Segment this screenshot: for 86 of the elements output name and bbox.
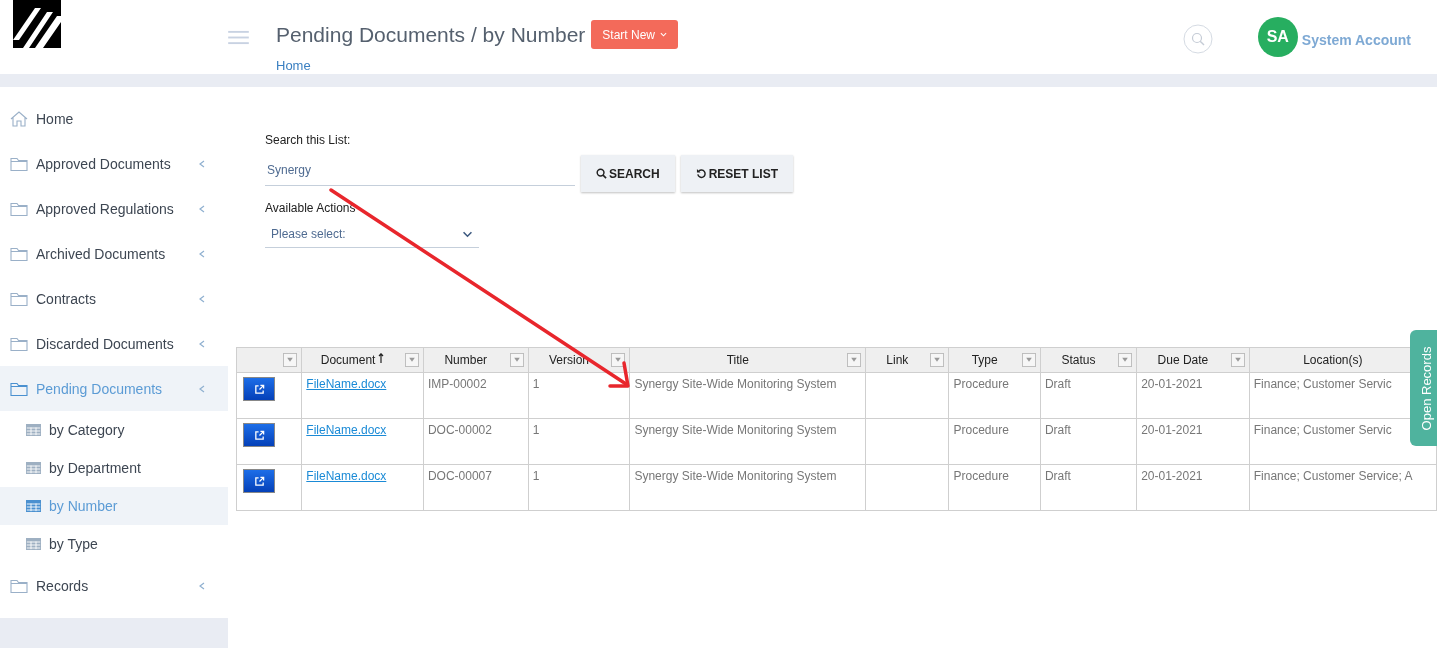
table-cell: DOC-00007 [427, 469, 492, 483]
filter-icon[interactable] [611, 353, 626, 367]
table-cell: Finance; Customer Service; A [1253, 469, 1413, 483]
table-icon [26, 500, 41, 512]
folder-icon [10, 335, 28, 352]
chevron-down-icon [462, 230, 473, 238]
folder-icon [10, 577, 28, 594]
table-cell: 1 [532, 377, 540, 391]
table-cell: 20-01-2021 [1141, 469, 1203, 483]
open-document-button[interactable] [243, 423, 275, 447]
home-icon [10, 110, 28, 127]
table-cell: Synergy Site-Wide Monitoring System [634, 469, 837, 483]
open-document-button[interactable] [243, 377, 275, 401]
table-cell: Draft [1044, 377, 1071, 391]
table-cell: Synergy Site-Wide Monitoring System [634, 423, 837, 437]
reset-icon [695, 168, 707, 179]
document-link[interactable]: FileName.docx [306, 423, 387, 437]
external-link-icon [253, 475, 265, 487]
sidebar-subitem[interactable]: by Type [0, 525, 228, 563]
table-cell: 20-01-2021 [1141, 377, 1203, 391]
column-header[interactable]: Status [1061, 353, 1096, 367]
sidebar-subitem[interactable]: by Category [0, 411, 228, 449]
table-cell: Procedure [953, 423, 1009, 437]
folder-icon [10, 380, 28, 397]
sidebar-item[interactable]: Archived Documents [0, 231, 228, 276]
sidebar-item[interactable]: Home [0, 96, 228, 141]
filter-icon[interactable] [509, 353, 524, 367]
column-header[interactable]: Title [726, 353, 749, 367]
page-title: Pending Documents / by Number [276, 22, 586, 47]
folder-icon [10, 155, 28, 172]
table-cell: 1 [532, 469, 540, 483]
filter-icon[interactable] [930, 353, 945, 367]
table-cell: Finance; Customer Servic [1253, 423, 1392, 437]
menu-icon[interactable] [228, 30, 249, 45]
table-icon [26, 538, 41, 550]
breadcrumb-link[interactable]: Home [276, 58, 311, 73]
external-link-icon [253, 429, 265, 441]
search-button[interactable]: SEARCH [581, 155, 675, 192]
actions-dropdown[interactable]: Please select: [265, 221, 479, 248]
chevron-left-icon [198, 338, 206, 349]
sidebar-item[interactable]: Records [0, 563, 228, 608]
sidebar-item[interactable]: Approved Regulations [0, 186, 228, 231]
table-cell: Synergy Site-Wide Monitoring System [634, 377, 837, 391]
folder-icon [10, 200, 28, 217]
chevron-left-icon [198, 580, 206, 591]
filter-icon[interactable] [404, 353, 419, 367]
chevron-left-icon [198, 248, 206, 259]
sidebar-item[interactable]: Approved Documents [0, 141, 228, 186]
chevron-left-icon [198, 383, 206, 394]
sidebar-item[interactable]: Contracts [0, 276, 228, 321]
table-icon [26, 424, 41, 436]
sidebar-subitem[interactable]: by Department [0, 449, 228, 487]
search-label: Search this List: [265, 133, 352, 147]
open-document-button[interactable] [243, 469, 275, 493]
external-link-icon [253, 383, 265, 395]
table-icon [26, 462, 41, 474]
chevron-left-icon [198, 158, 206, 169]
filter-icon[interactable] [1118, 353, 1133, 367]
actions-label: Available Actions [265, 201, 357, 215]
document-link[interactable]: FileName.docx [306, 469, 387, 483]
table-cell: 1 [532, 423, 540, 437]
filter-icon[interactable] [847, 353, 862, 367]
table-cell: IMP-00002 [427, 377, 487, 391]
table-cell: DOC-00002 [427, 423, 492, 437]
document-link[interactable]: FileName.docx [306, 377, 387, 391]
filter-icon[interactable] [1230, 353, 1245, 367]
folder-icon [10, 290, 28, 307]
table-cell: Procedure [953, 469, 1009, 483]
table-cell: Finance; Customer Servic [1253, 377, 1392, 391]
search-icon[interactable] [1182, 24, 1213, 54]
filter-icon[interactable] [283, 353, 298, 367]
table-cell: Procedure [953, 377, 1009, 391]
column-header[interactable]: Link [886, 353, 909, 367]
column-header[interactable]: Type [971, 353, 998, 367]
filter-icon[interactable] [1021, 353, 1036, 367]
table-cell: Draft [1044, 469, 1071, 483]
search-icon [596, 168, 607, 179]
reset-list-button[interactable]: RESET LIST [680, 155, 793, 192]
folder-icon [10, 245, 28, 262]
sidebar-item[interactable]: Discarded Documents [0, 321, 228, 366]
table-cell: 20-01-2021 [1141, 423, 1203, 437]
table-cell: Draft [1044, 423, 1071, 437]
caret-icon [660, 32, 667, 37]
column-header[interactable]: Location(s) [1303, 353, 1363, 367]
chevron-left-icon [198, 203, 206, 214]
chevron-left-icon [198, 293, 206, 304]
